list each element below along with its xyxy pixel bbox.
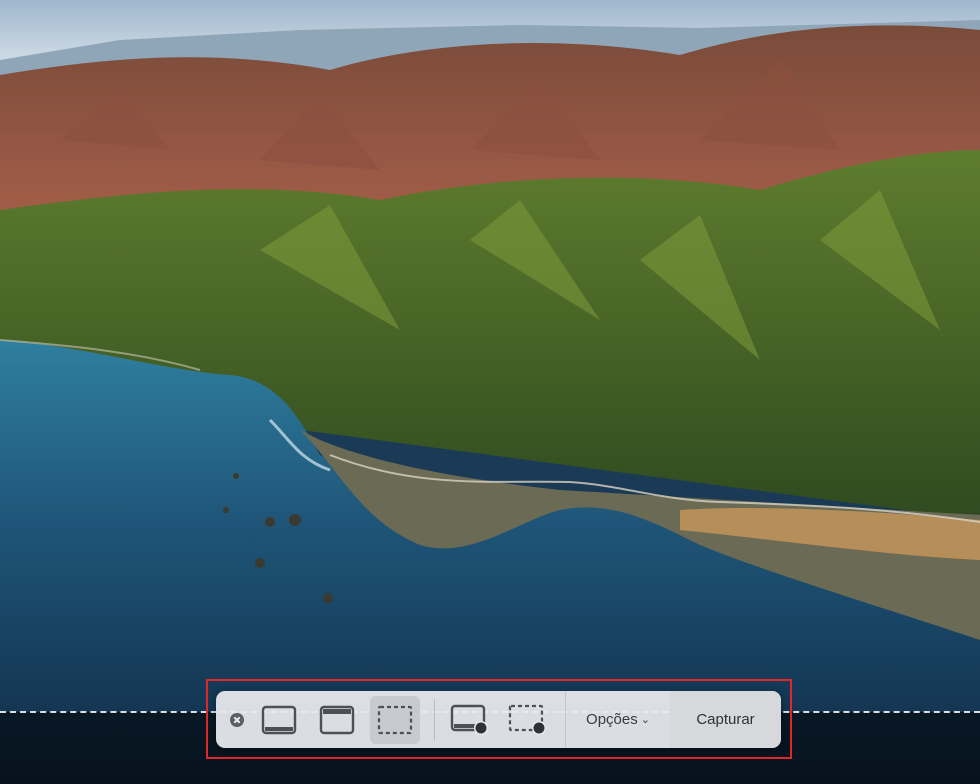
chevron-down-icon: ⌄ [640, 714, 650, 726]
record-selection-button[interactable] [503, 696, 553, 744]
window-icon [319, 705, 355, 734]
options-button[interactable]: Opções ⌄ [565, 691, 670, 748]
desktop-wallpaper [0, 0, 980, 784]
record-screen-icon [450, 704, 488, 735]
capture-button[interactable]: Capturar [670, 691, 781, 748]
entire-screen-icon [261, 705, 297, 734]
capture-window-button[interactable] [312, 696, 362, 744]
selection-icon [377, 705, 413, 734]
capture-label: Capturar [696, 711, 755, 728]
close-icon[interactable] [230, 712, 244, 727]
screenshot-toolbar: Opções ⌄ Capturar [216, 691, 781, 748]
toolbar-separator [434, 698, 435, 741]
capture-entire-screen-button[interactable] [254, 696, 304, 744]
record-selection-icon [508, 704, 546, 735]
record-entire-screen-button[interactable] [445, 696, 495, 744]
options-label: Opções [586, 711, 638, 728]
capture-selection-button[interactable] [370, 695, 420, 744]
